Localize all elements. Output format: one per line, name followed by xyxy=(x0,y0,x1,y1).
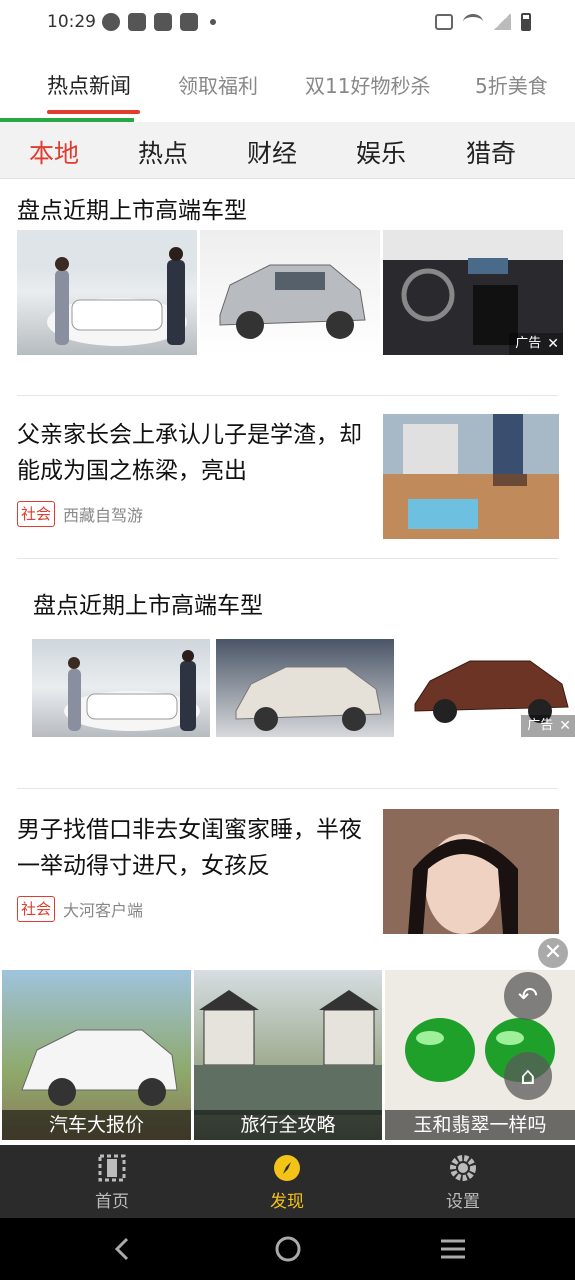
news-item[interactable]: 父亲家长会上承认儿子是学渣，却能成为国之栋梁，亮出 社会 西藏自驾游 xyxy=(0,395,575,558)
ad-item-cars[interactable]: 盘点近期上市高端车型 广告 ✕ xyxy=(0,558,575,788)
close-ad-icon[interactable]: ✕ xyxy=(547,333,559,355)
ad-title: 盘点近期上市高端车型 xyxy=(33,593,263,619)
ad-tag-text: 广告 xyxy=(515,336,542,351)
system-icons xyxy=(435,13,531,31)
ad-item-cars[interactable]: 盘点近期上市高端车型 广告 ✕ xyxy=(0,179,575,395)
app-notification-icon xyxy=(102,13,120,31)
banner-item-travel[interactable]: 旅行全攻略 xyxy=(194,970,382,1140)
nav-label: 首页 xyxy=(95,1192,129,1212)
close-banner-button[interactable]: ✕ xyxy=(538,938,568,968)
recents-icon[interactable] xyxy=(439,1235,467,1263)
category-finance[interactable]: 财经 xyxy=(247,134,297,170)
nav-discover[interactable]: 发现 xyxy=(237,1153,337,1212)
girl-face-image xyxy=(383,809,559,934)
white-suv-image xyxy=(216,639,394,737)
promo-banner: 汽车大报价 旅行全攻略 玉和翡翠一样吗 xyxy=(0,968,575,1145)
bottom-nav: 首页 发现 设置 xyxy=(0,1145,575,1218)
tab-food-deals[interactable]: 5折美食 xyxy=(475,70,548,99)
brown-suv-image: 广告 ✕ xyxy=(400,639,575,737)
mail-icon xyxy=(180,13,198,31)
ad-badge[interactable]: 广告 ✕ xyxy=(521,715,575,737)
home-float-button[interactable]: ⌂ xyxy=(504,1052,552,1100)
category-local[interactable]: 本地 xyxy=(29,134,79,170)
nav-label: 设置 xyxy=(446,1192,480,1212)
tab-double11[interactable]: 双11好物秒杀 xyxy=(305,70,430,99)
car-showroom-image xyxy=(17,230,197,355)
mail-icon xyxy=(128,13,146,31)
news-item[interactable]: 男子找借口非去女闺蜜家睡，半夜一举动得寸进尺，女孩反 社会 大河客户端 xyxy=(0,788,575,953)
top-tab-bar: 热点新闻 领取福利 双11好物秒杀 5折美食 xyxy=(0,52,575,122)
ad-badge[interactable]: 广告 ✕ xyxy=(509,333,563,355)
news-meta: 社会 西藏自驾游 xyxy=(17,501,143,527)
ad-tag-text: 广告 xyxy=(527,718,554,733)
category-tag: 社会 xyxy=(17,501,56,527)
gear-icon xyxy=(450,1155,476,1181)
signal-icon xyxy=(493,14,511,30)
news-source: 西藏自驾游 xyxy=(63,506,144,525)
status-time: 10:29 xyxy=(47,12,96,32)
nav-label: 发现 xyxy=(270,1192,304,1212)
compass-icon xyxy=(274,1155,300,1181)
nav-home[interactable]: 首页 xyxy=(62,1153,162,1212)
silver-suv-image xyxy=(200,230,380,355)
vibrate-icon xyxy=(435,14,453,30)
status-bar: 10:29 xyxy=(0,0,575,48)
tab-hot-news[interactable]: 热点新闻 xyxy=(47,70,131,100)
category-tab-bar: 本地 热点 财经 娱乐 猎奇 xyxy=(0,122,575,179)
category-tag: 社会 xyxy=(17,896,56,922)
mail-icon xyxy=(154,13,172,31)
ad-title: 盘点近期上市高端车型 xyxy=(17,198,247,224)
home-icon[interactable] xyxy=(274,1235,302,1263)
car-interior-image: 广告 ✕ xyxy=(383,230,563,355)
car-showroom-image xyxy=(32,639,210,737)
banner-label: 旅行全攻略 xyxy=(194,1110,382,1140)
banner-item-cars[interactable]: 汽车大报价 xyxy=(2,970,191,1140)
battery-icon xyxy=(521,13,531,31)
news-title: 男子找借口非去女闺蜜家睡，半夜一举动得寸进尺，女孩反 xyxy=(17,817,362,879)
home-frame-icon xyxy=(98,1154,126,1182)
news-source: 大河客户端 xyxy=(63,901,144,920)
tab-benefits[interactable]: 领取福利 xyxy=(178,70,258,99)
wifi-icon xyxy=(463,14,483,30)
nav-settings[interactable]: 设置 xyxy=(413,1153,513,1212)
category-curiosity[interactable]: 猎奇 xyxy=(466,134,516,170)
system-nav-bar xyxy=(0,1218,575,1280)
classroom-image xyxy=(383,414,559,539)
news-meta: 社会 大河客户端 xyxy=(17,896,143,922)
back-icon[interactable] xyxy=(112,1235,132,1263)
banner-label: 玉和翡翠一样吗 xyxy=(385,1110,575,1140)
category-hot[interactable]: 热点 xyxy=(138,134,188,170)
back-float-button[interactable]: ↶ xyxy=(504,972,552,1020)
news-title: 父亲家长会上承认儿子是学渣，却能成为国之栋梁，亮出 xyxy=(17,422,362,484)
category-entertainment[interactable]: 娱乐 xyxy=(356,134,406,170)
banner-label: 汽车大报价 xyxy=(2,1110,191,1140)
notification-icons xyxy=(102,13,216,31)
close-ad-icon[interactable]: ✕ xyxy=(559,715,571,737)
active-tab-indicator xyxy=(47,110,140,114)
more-dot-icon xyxy=(210,19,216,25)
